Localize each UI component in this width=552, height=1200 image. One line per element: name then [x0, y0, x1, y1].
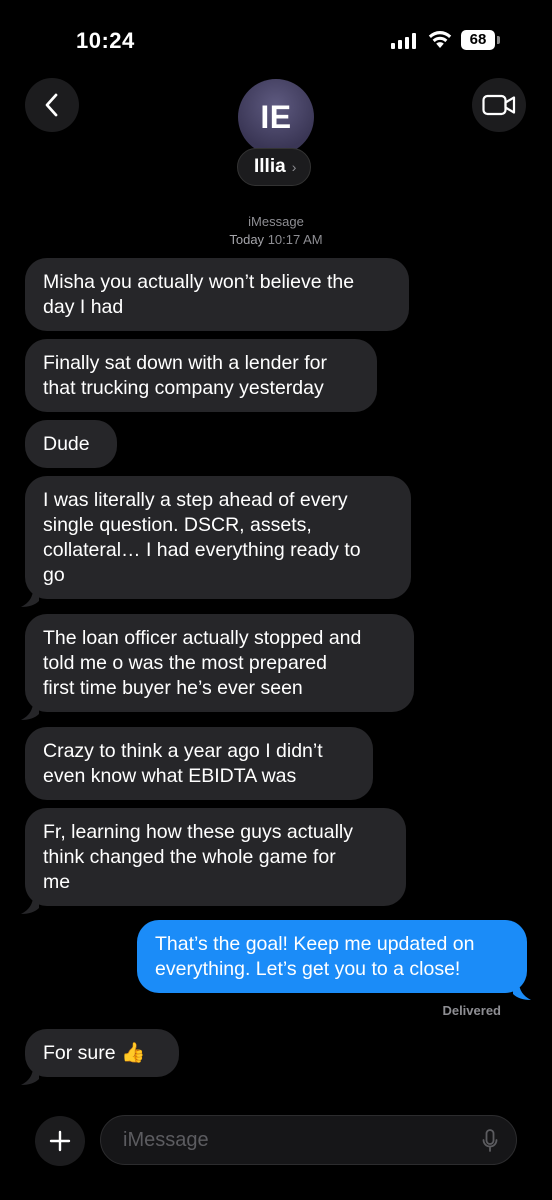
battery-indicator: 68	[461, 30, 495, 50]
message-bubble-incoming[interactable]: Finally sat down with a lender for that …	[25, 339, 377, 412]
message-line: day I had	[43, 296, 124, 318]
message-bubble-incoming[interactable]: Crazy to think a year ago I didn’t even …	[25, 727, 373, 800]
wifi-icon	[428, 31, 452, 48]
contact-avatar[interactable]: IE	[238, 79, 314, 155]
status-time: 10:24	[76, 28, 135, 53]
plus-icon	[49, 1130, 71, 1152]
message-line: collateral… I had everything ready to	[43, 539, 361, 561]
facetime-video-button[interactable]	[472, 78, 526, 132]
apps-plus-button[interactable]	[35, 1116, 85, 1166]
delivered-status: Delivered	[442, 1003, 501, 1018]
message-line: That’s the goal! Keep me updated on	[155, 933, 475, 955]
message-bubble-incoming[interactable]: Misha you actually won’t believe the day…	[25, 258, 409, 331]
message-line: Dude	[43, 433, 90, 455]
bubble-tail	[21, 702, 39, 720]
message-line: Misha you actually won’t believe the	[43, 271, 355, 293]
message-bubble-incoming[interactable]: I was literally a step ahead of every si…	[25, 476, 411, 599]
battery-cap	[497, 36, 500, 44]
message-line: For sure 👍	[43, 1042, 146, 1064]
status-bar: 10:24 68	[0, 0, 552, 80]
microphone-icon[interactable]	[482, 1129, 498, 1153]
contact-name: Illia	[254, 156, 286, 177]
video-camera-icon	[482, 94, 516, 116]
message-line: think changed the whole game for	[43, 846, 336, 868]
message-line: Fr, learning how these guys actually	[43, 821, 354, 843]
message-bubble-incoming[interactable]: The loan officer actually stopped and to…	[25, 614, 414, 712]
timestamp-day: Today	[229, 232, 265, 247]
message-line: that trucking company yesterday	[43, 377, 324, 399]
bubble-tail	[21, 896, 39, 914]
chevron-right-icon: ›	[291, 159, 297, 175]
bubble-tail	[21, 1067, 39, 1085]
message-line: me	[43, 871, 71, 893]
contact-name-button[interactable]: Illia ›	[237, 148, 312, 186]
message-line: I was literally a step ahead of every	[43, 489, 348, 511]
message-line: Finally sat down with a lender for	[43, 352, 327, 374]
back-button[interactable]	[25, 78, 79, 132]
chevron-left-icon	[45, 93, 58, 117]
bubble-tail	[21, 589, 39, 607]
message-line: The loan officer actually stopped and	[43, 627, 362, 649]
message-input[interactable]	[121, 1127, 465, 1153]
message-line: told me o was the most prepared	[43, 652, 327, 674]
message-line: first time buyer he’s ever seen	[43, 677, 303, 699]
message-bubble-incoming[interactable]: Fr, learning how these guys actually thi…	[25, 808, 406, 906]
message-bubble-outgoing[interactable]: That’s the goal! Keep me updated on ever…	[137, 920, 527, 993]
cellular-signal-icon	[391, 33, 417, 49]
message-line: Crazy to think a year ago I didn’t	[43, 740, 323, 762]
message-line: single question. DSCR, assets,	[43, 514, 312, 536]
message-line: go	[43, 564, 65, 586]
timestamp-time: 10:17 AM	[267, 232, 323, 247]
bubble-tail	[513, 982, 531, 1000]
message-line: even know what EBIDTA was	[43, 765, 297, 787]
message-input-container[interactable]	[100, 1115, 517, 1165]
service-label: iMessage	[248, 214, 304, 229]
message-bubble-incoming[interactable]: For sure 👍	[25, 1029, 179, 1077]
message-bubble-incoming[interactable]: Dude	[25, 420, 117, 468]
thread-timestamp: Today 10:17 AM	[0, 232, 552, 247]
message-line: everything. Let’s get you to a close!	[155, 958, 461, 980]
